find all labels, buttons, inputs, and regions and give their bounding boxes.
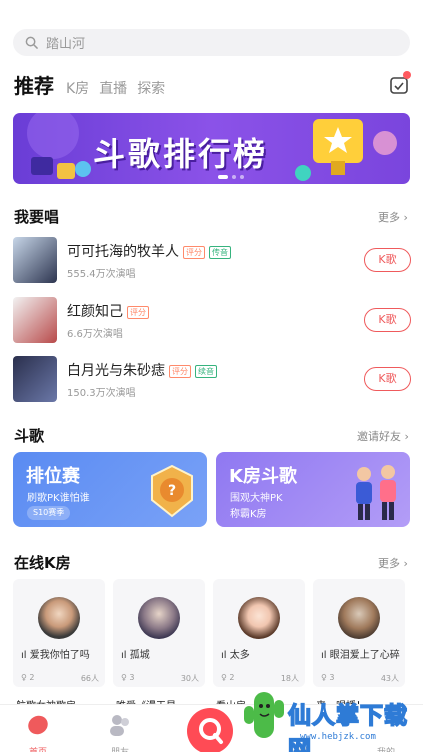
invite-friends-link[interactable]: 邀请好友 ›: [357, 428, 409, 444]
tab-live[interactable]: 直播: [99, 78, 127, 100]
watermark: 仙人掌下载网 www.hebjzk.com: [240, 676, 423, 752]
card-subtitle-2: 称霸K房: [230, 509, 267, 520]
song-play-count: 150.3万次演唱: [67, 388, 136, 399]
watermark-text: 仙人掌下载网: [287, 702, 408, 752]
song-title: 可可托海的牧羊人 评分 传音: [67, 241, 231, 261]
song-cover: [13, 237, 57, 283]
avatar: [138, 597, 180, 639]
room-people: 30人: [180, 674, 199, 683]
score-tag: 评分: [169, 364, 191, 378]
top-tabs: 推荐 K房 直播 探索: [14, 70, 175, 100]
section-title-sing: 我要唱: [14, 208, 60, 226]
cactus-logo: [244, 692, 284, 738]
tab-friends-label: 朋友: [90, 745, 150, 752]
song-play-count: 555.4万次演唱: [67, 269, 136, 280]
avatar: [38, 597, 80, 639]
card-title: 排位赛: [26, 466, 80, 487]
score-tag: 评分: [183, 245, 205, 259]
room-song: ıl 眼泪爱上了心碎: [321, 650, 400, 661]
friends-icon: [110, 715, 129, 736]
score-tag: 评分: [127, 305, 149, 319]
room-card[interactable]: ıl 太多 ♀ 2 18人: [213, 579, 305, 687]
voice-tag: 传音: [209, 245, 231, 259]
banner-title: 斗歌排行榜: [93, 135, 269, 173]
svg-text:?: ?: [168, 483, 176, 499]
song-item[interactable]: 可可托海的牧羊人 评分 传音 555.4万次演唱 K歌: [13, 237, 411, 283]
k-room-battle-card[interactable]: K房斗歌 围观大神PK 称霸K房: [216, 452, 410, 527]
watermark-url: www.hebjzk.com: [300, 732, 376, 742]
room-rank: ♀ 2: [21, 673, 35, 682]
tab-recommend[interactable]: 推荐: [14, 72, 54, 100]
song-item[interactable]: 白月光与朱砂痣 评分 续音 150.3万次演唱 K歌: [13, 356, 411, 402]
sing-more-link[interactable]: 更多 ›: [378, 209, 408, 225]
singers-illustration: [356, 465, 396, 520]
card-subtitle: 刷歌PK谁怕谁: [27, 493, 90, 504]
medal-icon: ?: [151, 464, 193, 518]
season-badge: S10赛季: [27, 506, 71, 520]
voice-tag: 续音: [195, 364, 217, 378]
ranking-banner[interactable]: 斗歌排行榜: [13, 113, 410, 184]
search-placeholder: 踏山河: [46, 37, 86, 52]
room-card[interactable]: ıl 眼泪爱上了心碎 ♀ 3 43人: [313, 579, 405, 687]
ranked-match-card[interactable]: 排位赛 刷歌PK谁怕谁 S10赛季 ?: [13, 452, 207, 527]
sing-button[interactable]: [187, 708, 233, 752]
room-rank: ♀ 3: [121, 673, 135, 682]
card-title: K房斗歌: [229, 466, 297, 487]
room-rank: ♀ 2: [221, 673, 235, 682]
song-cover: [13, 356, 57, 402]
card-subtitle: 围观大神PK: [230, 493, 283, 504]
search-bar[interactable]: 踏山河: [13, 29, 410, 56]
song-item[interactable]: 红颜知己 评分 6.6万次演唱 K歌: [13, 297, 411, 343]
k-song-button[interactable]: K歌: [364, 367, 411, 391]
song-title: 红颜知己 评分: [67, 301, 149, 321]
tab-friends[interactable]: 朋友: [90, 707, 150, 752]
avatar: [338, 597, 380, 639]
k-song-button[interactable]: K歌: [364, 248, 411, 272]
notification-dot: [403, 71, 411, 79]
room-song: ıl 孤城: [121, 650, 150, 661]
tab-home-label: 首页: [8, 745, 68, 752]
rooms-more-link[interactable]: 更多 ›: [378, 555, 408, 571]
room-song: ıl 爱我你怕了吗: [21, 650, 90, 661]
song-title: 白月光与朱砂痣 评分 续音: [67, 360, 217, 380]
k-song-button[interactable]: K歌: [364, 308, 411, 332]
song-cover: [13, 297, 57, 343]
search-icon: [25, 36, 38, 49]
home-icon: [28, 715, 48, 735]
tab-k-room[interactable]: K房: [66, 78, 89, 100]
room-card[interactable]: ıl 爱我你怕了吗 ♀ 2 66人: [13, 579, 105, 687]
banner-pager: [218, 175, 244, 179]
room-people: 66人: [80, 674, 99, 683]
microphone-icon: [199, 718, 223, 744]
section-title-rooms: 在线K房: [14, 554, 71, 572]
room-song: ıl 太多: [221, 650, 250, 661]
tab-explore[interactable]: 探索: [137, 78, 165, 100]
section-title-battle: 斗歌: [14, 427, 45, 445]
tab-home[interactable]: 首页: [8, 707, 68, 752]
room-card[interactable]: ıl 孤城 ♀ 3 30人: [113, 579, 205, 687]
avatar: [238, 597, 280, 639]
song-play-count: 6.6万次演唱: [67, 329, 123, 340]
